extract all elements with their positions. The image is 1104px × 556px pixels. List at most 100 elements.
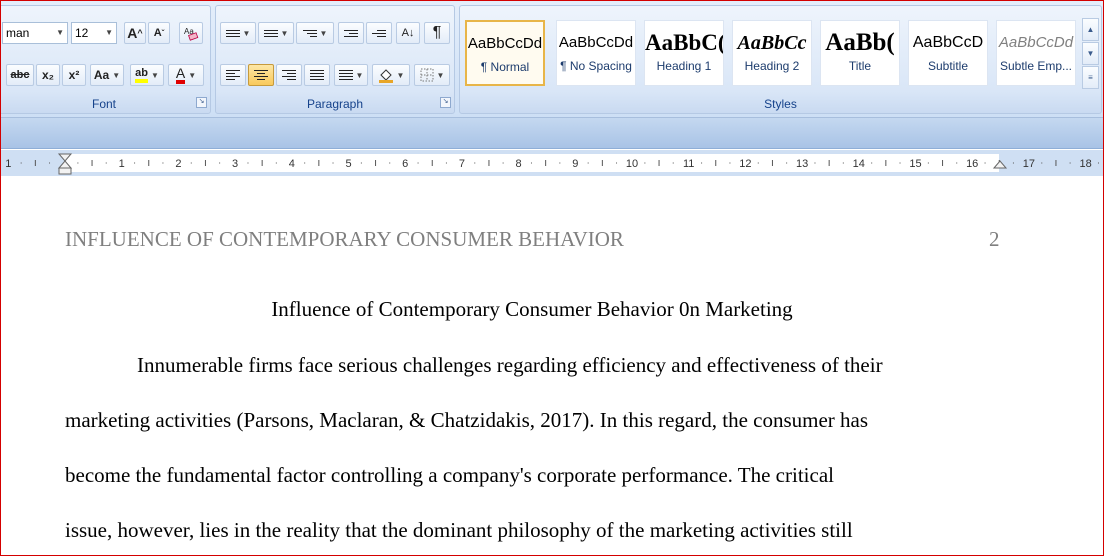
chevron-down-icon: ▼	[280, 28, 289, 38]
numbering-icon	[263, 28, 278, 39]
numbering-button[interactable]: ▼	[258, 22, 294, 44]
font-size-combobox[interactable]: 12 ▼	[71, 22, 117, 44]
strikethrough-button[interactable]: abc	[6, 64, 34, 86]
style-normal[interactable]: AaBbCcDd ¶ Normal	[465, 20, 545, 86]
font-name-combobox[interactable]: man ▼	[2, 22, 68, 44]
ruler-tick	[247, 162, 249, 164]
multilevel-list-button[interactable]: ▼	[296, 22, 334, 44]
ruler-number: 5	[345, 158, 351, 170]
ruler-tick	[1041, 162, 1043, 164]
clear-formatting-button[interactable]: Aa	[179, 22, 203, 44]
ruler-tick	[1012, 162, 1014, 164]
ruler-tick	[786, 162, 788, 164]
chevron-down-icon: ▼	[188, 70, 197, 80]
text-highlight-button[interactable]: ab ▼	[130, 64, 164, 86]
ruler-tick	[304, 162, 306, 164]
shading-button[interactable]: ▼	[372, 64, 410, 86]
borders-button[interactable]: ▼	[414, 64, 450, 86]
ruler-number: 17	[1023, 158, 1035, 170]
chevron-down-icon[interactable]: ▼	[56, 23, 64, 43]
line-spacing-button[interactable]: ▼	[334, 64, 368, 86]
grow-font-button[interactable]: A ^	[124, 22, 146, 44]
ruler-tick	[190, 162, 192, 164]
align-center-icon	[254, 68, 268, 82]
ribbon-bottom-band	[1, 118, 1103, 149]
style-no-spacing[interactable]: AaBbCcDd ¶ No Spacing	[556, 20, 636, 86]
chevron-down-icon[interactable]: ▼	[105, 23, 113, 43]
style-title[interactable]: AaBb( Title	[820, 20, 900, 86]
chevron-down-icon: ▼	[242, 28, 251, 38]
ruler-tick	[814, 162, 816, 164]
paint-bucket-icon	[378, 69, 393, 83]
first-line-indent-marker	[57, 153, 73, 162]
ruler-tick	[389, 162, 391, 164]
font-color-button[interactable]: A ▼	[168, 64, 204, 86]
ruler-number: 9	[572, 158, 578, 170]
style-subtitle[interactable]: AaBbCcD Subtitle	[908, 20, 988, 86]
ruler-number: 10	[626, 158, 638, 170]
ruler-number: 14	[853, 158, 865, 170]
subscript-button[interactable]: x₂	[36, 64, 60, 86]
ruler-tick	[842, 162, 844, 164]
chevron-down-icon: ▼	[396, 70, 405, 80]
ruler-number: 18	[1079, 158, 1091, 170]
right-indent-marker	[992, 160, 1008, 169]
style-heading-1[interactable]: AaBbC( Heading 1	[644, 20, 724, 86]
ruler-number: 11	[683, 158, 694, 170]
body-line: Innumerable firms face serious challenge…	[137, 353, 883, 377]
superscript-button[interactable]: x²	[62, 64, 86, 86]
ruler-number: 7	[459, 158, 465, 170]
ruler-tick	[927, 162, 929, 164]
page-number: 2	[989, 227, 1000, 251]
ruler-number: 1	[119, 158, 125, 170]
ruler-tick	[729, 162, 731, 164]
bullets-icon	[225, 28, 240, 39]
ruler-number: 6	[402, 158, 408, 170]
ruler-tick	[956, 162, 958, 164]
decrease-indent-button[interactable]	[338, 22, 364, 44]
ruler-number: 16	[966, 158, 978, 170]
document-page[interactable]: INFLUENCE OF CONTEMPORARY CONSUMER BEHAV…	[1, 177, 1103, 555]
ruler-tick	[219, 162, 221, 164]
justify-icon	[310, 68, 324, 82]
bullets-button[interactable]: ▼	[220, 22, 256, 44]
hanging-indent-marker	[57, 160, 73, 169]
show-formatting-button[interactable]: ¶	[424, 22, 450, 44]
gallery-scroll-up-icon[interactable]: ▲	[1082, 18, 1099, 41]
ruler-scale: 1 1 2 3 4 5 6 7 8 9 10 11 12 13 14 15 16 17 18	[5, 153, 1099, 175]
change-case-button[interactable]: Aa ▼	[90, 64, 124, 86]
align-right-button[interactable]	[276, 64, 302, 86]
ruler-tick	[672, 162, 674, 164]
ruler-tick	[899, 162, 901, 164]
ruler-tick	[644, 162, 646, 164]
increase-indent-button[interactable]	[366, 22, 392, 44]
paragraph-dialog-launcher-icon[interactable]: ↘	[440, 97, 451, 108]
ruler-tick	[162, 162, 164, 164]
ruler-tick	[1069, 162, 1071, 164]
horizontal-ruler[interactable]: 1 1 2 3 4 5 6 7 8 9 10 11 12 13 14 15 16 17 18	[1, 150, 1103, 176]
paragraph-group: ▼ ▼ ▼ A↓ ¶ ▼ ▼ ▼ Paragraph ↘	[215, 5, 455, 114]
border-icon	[420, 68, 434, 82]
justify-button[interactable]	[304, 64, 330, 86]
ruler-number: 15	[909, 158, 921, 170]
style-heading-2[interactable]: AaBbCc Heading 2	[732, 20, 812, 86]
ribbon: man ▼ 12 ▼ A ^ Aˇ Aa abc x₂ x² Aa ▼ ab ▼…	[1, 1, 1103, 118]
clear-formatting-icon: Aa	[184, 27, 199, 41]
ruler-tick	[49, 162, 51, 164]
ruler-number: 3	[232, 158, 238, 170]
gallery-more-icon[interactable]: ≡	[1082, 66, 1099, 89]
ruler-tick	[445, 162, 447, 164]
font-dialog-launcher-icon[interactable]: ↘	[196, 97, 207, 108]
sort-icon: A↓	[401, 27, 415, 39]
ruler-number: 2	[175, 158, 181, 170]
ruler-tick	[502, 162, 504, 164]
ruler-tick	[984, 162, 986, 164]
align-left-button[interactable]	[220, 64, 246, 86]
highlight-pen-icon: ab	[135, 67, 148, 83]
sort-button[interactable]: A↓	[396, 22, 420, 44]
shrink-font-button[interactable]: Aˇ	[148, 22, 170, 44]
font-group-label: Font	[91, 97, 116, 111]
align-center-button[interactable]	[248, 64, 274, 86]
gallery-scroll-down-icon[interactable]: ▼	[1082, 42, 1099, 65]
style-subtle-emphasis[interactable]: AaBbCcDd Subtle Emp...	[996, 20, 1076, 86]
